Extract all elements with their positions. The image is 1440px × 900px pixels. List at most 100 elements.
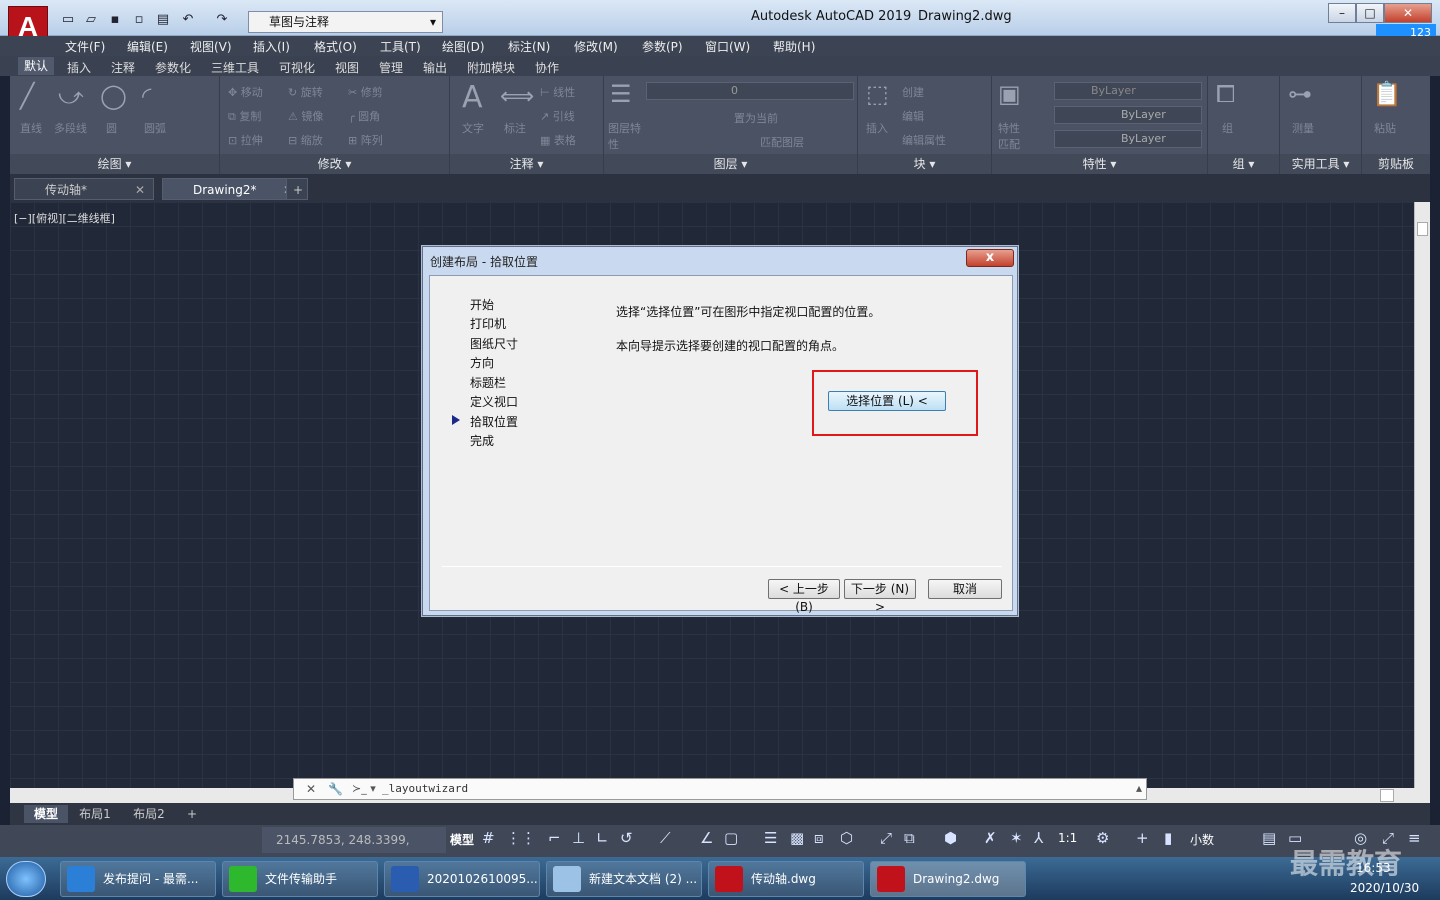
tab-parametric[interactable]: 参数化 xyxy=(155,59,191,76)
dialog-close-button[interactable]: x xyxy=(966,249,1014,267)
step-paper-size[interactable]: 图纸尺寸 xyxy=(470,335,518,352)
back-button[interactable]: < 上一步 (B) xyxy=(768,579,840,614)
step-define-viewport[interactable]: 定义视口 xyxy=(470,393,518,410)
close-icon[interactable]: ✕ xyxy=(306,782,316,796)
next-button[interactable]: 下一步 (N) > xyxy=(844,579,916,614)
layer-properties-tool[interactable]: 图层特性 xyxy=(608,120,642,152)
tab-addins[interactable]: 附加模块 xyxy=(467,59,515,76)
auto-scale-icon[interactable]: ⧉ xyxy=(904,829,915,847)
annotate-panel-title[interactable]: 注释 ▾ xyxy=(450,154,603,174)
mirror-tool[interactable]: ⚠ 镜像 xyxy=(288,108,323,124)
workspace-dropdown[interactable]: 草图与注释 ▾ xyxy=(248,11,443,33)
lineweight-icon[interactable]: ☰ xyxy=(764,829,777,847)
scroll-thumb[interactable] xyxy=(1380,789,1394,802)
taskbar-autocad-shaft[interactable]: 传动轴.dwg xyxy=(708,861,864,897)
workspace-switch-icon[interactable]: ⬢ xyxy=(944,829,957,847)
plus-icon[interactable]: + xyxy=(1136,829,1149,847)
menu-modify[interactable]: 修改(M) xyxy=(574,38,618,55)
close-window-button[interactable]: ✕ xyxy=(1384,3,1432,23)
groups-panel-title[interactable]: 组 ▾ xyxy=(1208,154,1279,174)
save-icon[interactable]: ▪ xyxy=(107,12,123,28)
dynamic-input-icon[interactable]: ⊥ xyxy=(572,829,585,847)
menu-insert[interactable]: 插入(I) xyxy=(253,38,290,55)
annotation-visibility-icon[interactable]: ⤢ xyxy=(880,829,892,847)
paste-tool[interactable]: 粘贴 xyxy=(1374,120,1396,136)
snap-icon[interactable]: ⋮⋮ xyxy=(506,829,536,847)
menu-view[interactable]: 视图(V) xyxy=(190,38,232,55)
wrench-icon[interactable]: 🔧 xyxy=(328,782,343,796)
quick-properties-icon[interactable]: ▤ xyxy=(1262,829,1276,847)
step-orientation[interactable]: 方向 xyxy=(470,354,494,371)
tab-layout2[interactable]: 布局2 xyxy=(124,805,174,823)
selection-cycling-icon[interactable]: ⧈ xyxy=(814,829,824,847)
taskbar-ie[interactable]: 发布提问 - 最需... xyxy=(60,861,216,897)
array-tool[interactable]: ⊞ 阵列 xyxy=(348,132,383,148)
step-pick-location[interactable]: 拾取位置 xyxy=(470,413,518,430)
model-space-toggle[interactable]: 模型 xyxy=(450,831,474,848)
tab-layout1[interactable]: 布局1 xyxy=(70,805,120,823)
tab-view[interactable]: 视图 xyxy=(335,59,359,76)
save-as-icon[interactable]: ▫ xyxy=(131,12,147,28)
match-layer-tool[interactable]: 匹配图层 xyxy=(760,134,804,150)
gear-icon[interactable]: ⚙ xyxy=(1096,829,1109,847)
menu-tools[interactable]: 工具(T) xyxy=(380,38,421,55)
annotation-scale-dropdown[interactable]: 1:1 xyxy=(1058,831,1077,845)
tab-visualize[interactable]: 可视化 xyxy=(279,59,315,76)
tab-insert[interactable]: 插入 xyxy=(67,59,91,76)
taskbar-wechat[interactable]: 文件传输助手 xyxy=(222,861,378,897)
viewport-controls[interactable]: [−][俯视][二维线框] xyxy=(14,210,115,226)
command-input[interactable]: _layoutwizard xyxy=(382,782,468,795)
fillet-tool[interactable]: ╭ 圆角 xyxy=(348,108,380,124)
clipboard-panel-title[interactable]: 剪贴板 xyxy=(1362,154,1430,174)
block-panel-title[interactable]: 块 ▾ xyxy=(858,154,991,174)
trim-tool[interactable]: ✂ 修剪 xyxy=(348,84,383,100)
new-file-icon[interactable]: ▭ xyxy=(60,12,76,28)
group-tool[interactable]: 组 xyxy=(1222,120,1233,136)
tab-3d-tools[interactable]: 三维工具 xyxy=(211,59,259,76)
leader-tool[interactable]: ↗ 引线 xyxy=(540,108,575,124)
tab-default[interactable]: 默认 xyxy=(18,57,55,75)
step-printer[interactable]: 打印机 xyxy=(470,315,506,332)
isodraft-icon[interactable]: ⟋ xyxy=(660,829,671,847)
units-dropdown[interactable]: 小数 xyxy=(1190,831,1214,848)
step-title-block[interactable]: 标题栏 xyxy=(470,374,506,391)
circle-tool[interactable]: 圆 xyxy=(106,120,117,136)
minimize-button[interactable]: – xyxy=(1328,3,1356,23)
undo-icon[interactable]: ↶ xyxy=(180,12,196,28)
properties-panel-title[interactable]: 特性 ▾ xyxy=(992,154,1207,174)
linear-tool[interactable]: ⊢ 线性 xyxy=(540,84,575,100)
object-snap-tracking-icon[interactable]: ∠ xyxy=(700,829,713,847)
tab-annotate[interactable]: 注释 xyxy=(111,59,135,76)
vertical-scrollbar[interactable] xyxy=(1414,202,1430,788)
3d-osnap-icon[interactable]: ⬡ xyxy=(840,829,853,847)
polar-icon[interactable]: ↺ xyxy=(620,829,633,847)
copy-tool[interactable]: ⧉ 复制 xyxy=(228,108,261,124)
polyline-tool[interactable]: 多段线 xyxy=(54,120,87,136)
cancel-button[interactable]: 取消 xyxy=(928,579,1002,599)
linetype-dropdown[interactable]: ByLayer xyxy=(1054,106,1202,124)
lineweight-dropdown[interactable]: ByLayer xyxy=(1054,130,1202,148)
menu-format[interactable]: 格式(O) xyxy=(314,38,357,55)
rotate-tool[interactable]: ↻ 旋转 xyxy=(288,84,323,100)
menu-window[interactable]: 窗口(W) xyxy=(705,38,750,55)
create-block-tool[interactable]: 创建 xyxy=(902,84,924,100)
stretch-tool[interactable]: ⊡ 拉伸 xyxy=(228,132,263,148)
menu-edit[interactable]: 编辑(E) xyxy=(127,38,168,55)
taskbar-notepad[interactable]: 新建文本文档 (2) ... xyxy=(546,861,702,897)
dimension-tool[interactable]: 标注 xyxy=(504,120,526,136)
taskbar-word[interactable]: 2020102610095... xyxy=(384,861,540,897)
object-snap-icon[interactable]: ▢ xyxy=(724,829,738,847)
table-tool[interactable]: ▦ 表格 xyxy=(540,132,576,148)
tab-model[interactable]: 模型 xyxy=(24,805,68,823)
doc-tab-drawing2[interactable]: Drawing2*✕ xyxy=(162,178,302,200)
utilities-panel-title[interactable]: 实用工具 ▾ xyxy=(1280,154,1361,174)
layers-panel-title[interactable]: 图层 ▾ xyxy=(604,154,857,174)
ortho-icon[interactable]: ∟ xyxy=(596,829,609,847)
close-icon[interactable]: ✕ xyxy=(135,179,145,201)
add-layout-button[interactable]: + xyxy=(182,805,202,823)
arc-tool[interactable]: 圆弧 xyxy=(144,120,166,136)
plot-icon[interactable]: ▤ xyxy=(155,12,171,28)
line-tool[interactable]: 直线 xyxy=(20,120,42,136)
menu-help[interactable]: 帮助(H) xyxy=(773,38,815,55)
move-tool[interactable]: ✥ 移动 xyxy=(228,84,263,100)
